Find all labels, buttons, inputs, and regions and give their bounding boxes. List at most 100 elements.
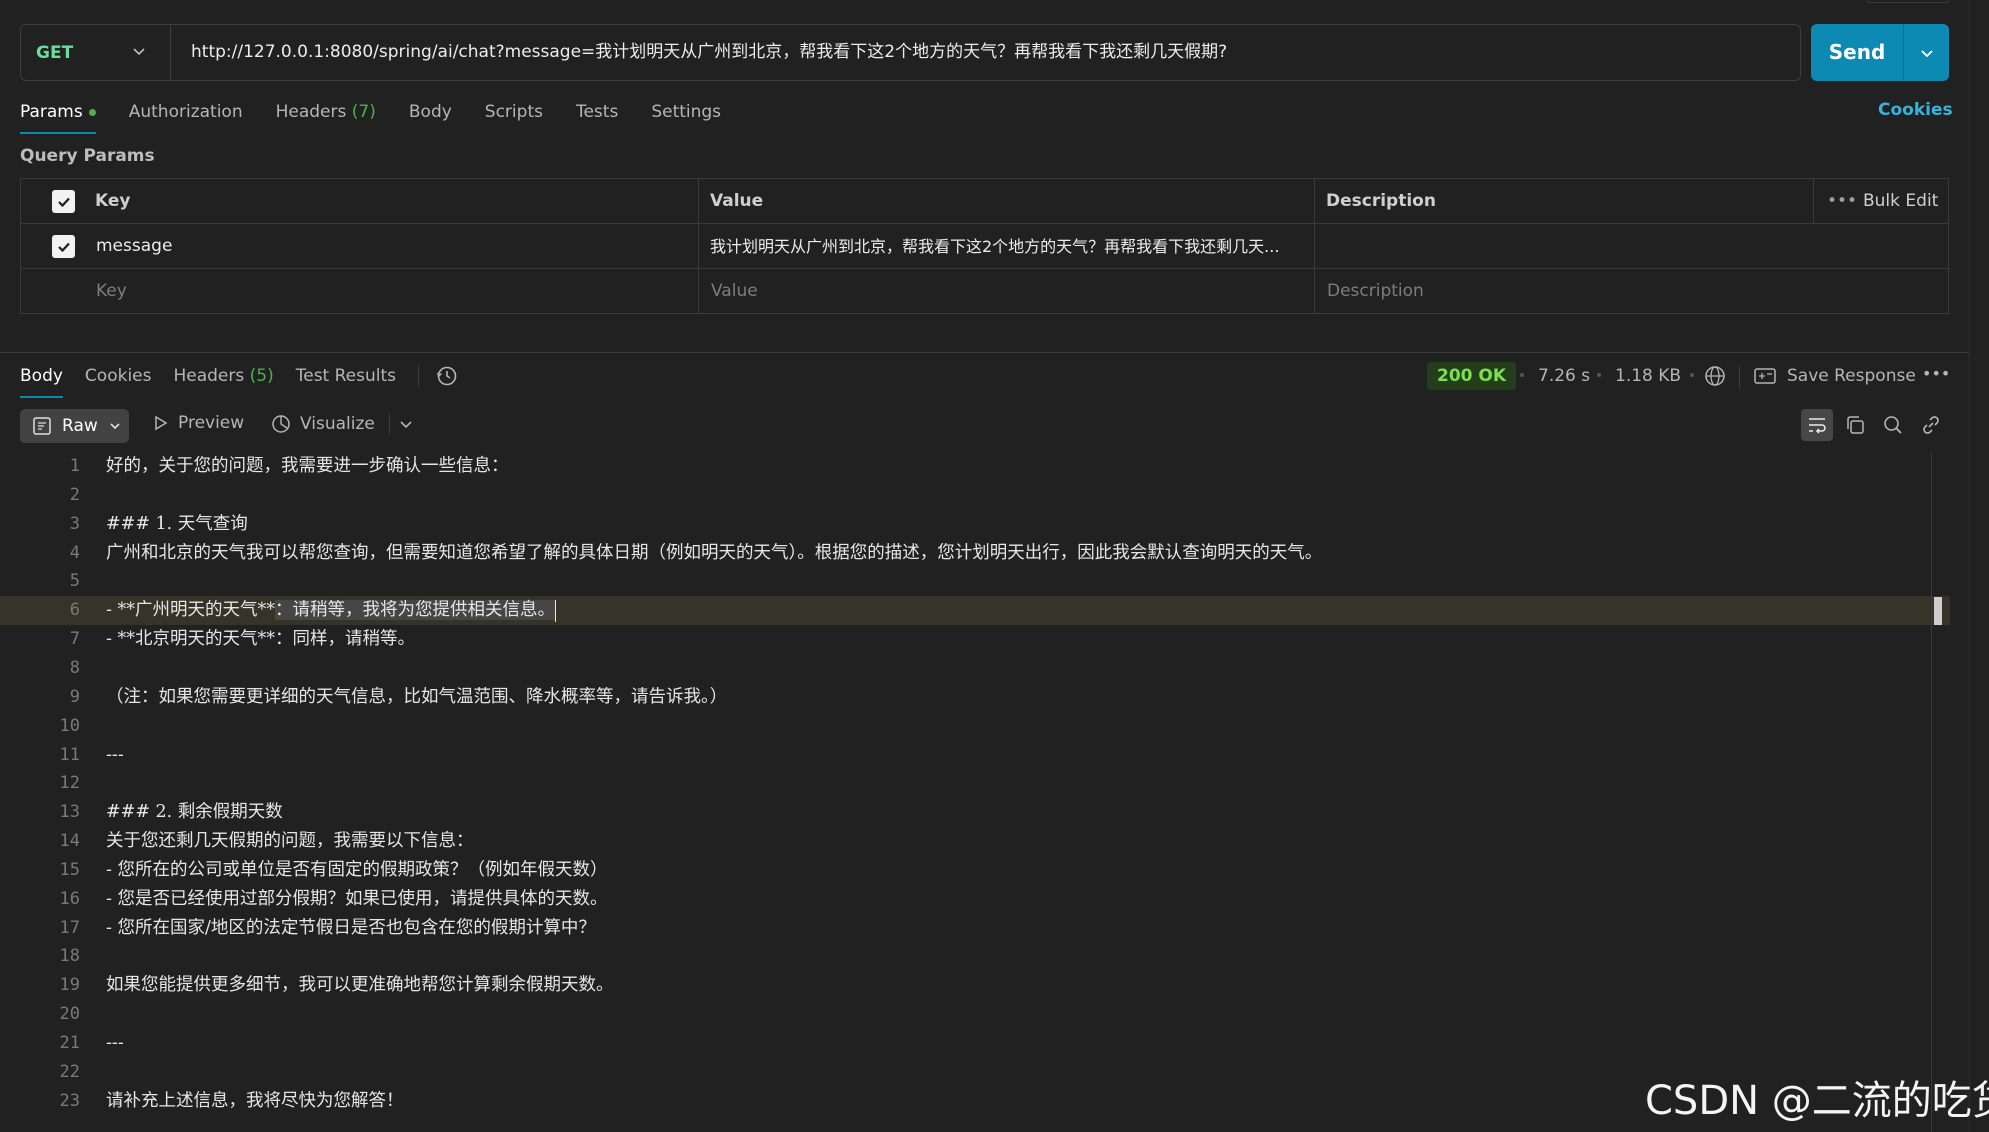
line-number: 11 [59, 744, 80, 765]
save-response-label: Save Response [1787, 366, 1916, 386]
globe-icon[interactable] [1703, 364, 1727, 388]
save-response-button[interactable]: Save Response [1753, 366, 1916, 386]
line-number: 2 [69, 484, 80, 505]
editor-scrollbar-track[interactable] [1931, 452, 1932, 1132]
code-text: 请补充上述信息，我将尽快为您解答！ [106, 1090, 404, 1111]
tab-label: Body [408, 102, 452, 122]
param-description-input[interactable] [1326, 224, 1946, 269]
line-number: 7 [69, 629, 80, 650]
visualize-button[interactable]: Visualize [270, 413, 414, 435]
line-number: 13 [59, 802, 80, 823]
separator-dot [1597, 373, 1601, 377]
more-options-icon[interactable]: ••• [1827, 179, 1857, 224]
table-row: message 我计划明天从广州到北京，帮我看下这2个地方的天气？再帮我看下我还… [21, 224, 1948, 269]
history-icon[interactable] [435, 364, 459, 388]
line-number: 22 [59, 1061, 80, 1082]
preview-label: Preview [178, 413, 245, 433]
chevron-down-icon [1920, 49, 1933, 57]
code-line: 18 [0, 942, 1950, 971]
method-select[interactable]: GET [21, 25, 171, 80]
response-headers-count: (5) [249, 366, 274, 386]
query-params-title: Query Params [20, 146, 155, 166]
code-line: 13 ### 2. 剩余假期天数 [0, 798, 1950, 827]
code-text: - 您所在国家/地区的法定节假日是否也包含在您的假期计算中？ [106, 917, 596, 938]
new-value-input[interactable]: Value [711, 269, 758, 314]
param-key-input[interactable]: message [96, 224, 172, 269]
line-number: 4 [69, 542, 80, 563]
status-badge[interactable]: 200 OK [1427, 362, 1517, 390]
panel-divider[interactable] [0, 352, 1970, 353]
separator-dot [1520, 373, 1524, 377]
copy-icon [1847, 416, 1864, 434]
response-tab-headers[interactable]: Headers (5) [173, 362, 273, 398]
description-header: Description [1326, 191, 1436, 211]
send-button-group: Send [1811, 24, 1949, 81]
response-body-editor[interactable]: 1 好的，关于您的问题，我需要进一步确认一些信息： 2 3 ### 1. 天气查询 4 广州… [0, 452, 1950, 1132]
watermark: CSDN @二流的吃货 [1645, 1078, 1989, 1124]
line-number: 21 [59, 1033, 80, 1053]
select-all-checkbox[interactable] [52, 190, 75, 213]
line-number: 19 [59, 975, 80, 996]
search-icon [1884, 416, 1902, 434]
search-button[interactable] [1877, 409, 1909, 441]
line-number: 1 [69, 456, 80, 476]
response-time[interactable]: 7.26 s [1538, 366, 1590, 386]
preview-button[interactable]: Preview [152, 413, 244, 433]
code-line: 9 （注：如果您需要更详细的天气信息，比如气温范围、降水概率等，请告诉我。） [0, 683, 1950, 712]
line-number: 16 [59, 888, 80, 909]
response-tab-test-results[interactable]: Test Results [296, 362, 396, 398]
code-line: 2 [0, 481, 1950, 510]
raw-view-select[interactable]: Raw [20, 409, 129, 443]
line-number: 20 [59, 1004, 80, 1025]
code-text: 好的，关于您的问题，我需要进一步确认一些信息： [106, 456, 509, 476]
method-label: GET [36, 42, 74, 63]
wrap-icon [1809, 418, 1826, 434]
tab-label: Settings [651, 102, 722, 122]
code-line: 14 关于您还剩几天假期的问题，我需要以下信息： [0, 827, 1950, 856]
document-icon [33, 417, 51, 435]
tab-body[interactable]: Body [409, 98, 452, 134]
value-header: Value [710, 191, 764, 211]
response-tabs: Body Cookies Headers (5) Test Results [20, 362, 459, 398]
new-description-input[interactable]: Description [1327, 269, 1424, 314]
bulk-edit-button[interactable]: Bulk Edit [1863, 179, 1938, 224]
new-key-input[interactable]: Key [96, 269, 127, 314]
copy-button[interactable] [1839, 409, 1871, 441]
tool-separator [388, 414, 390, 434]
line-number: 6 [69, 600, 80, 621]
code-line: 16 - 您是否已经使用过部分假期？如果已使用，请提供具体的天数。 [0, 885, 1950, 914]
code-text: ### 2. 剩余假期天数 [106, 802, 283, 823]
tab-settings[interactable]: Settings [651, 98, 721, 134]
tab-scripts[interactable]: Scripts [485, 98, 543, 134]
tab-authorization[interactable]: Authorization [129, 98, 243, 134]
params-active-dot [88, 108, 96, 116]
editor-scrollbar-thumb[interactable] [1934, 597, 1942, 625]
link-icon [1923, 416, 1939, 434]
more-options-icon[interactable]: ••• [1922, 364, 1950, 383]
row-checkbox[interactable] [52, 235, 75, 258]
response-size[interactable]: 1.18 KB [1615, 366, 1681, 386]
wrap-lines-button[interactable] [1801, 409, 1833, 441]
send-options-button[interactable] [1903, 24, 1949, 81]
play-icon [155, 415, 168, 431]
tab-label: Body [20, 366, 63, 386]
code-line: 1 好的，关于您的问题，我需要进一步确认一些信息： [0, 452, 1950, 481]
url-input[interactable]: http://127.0.0.1:8080/spring/ai/chat?mes… [191, 25, 1227, 80]
meta-separator [1739, 366, 1740, 388]
param-value-input[interactable]: 我计划明天从广州到北京，帮我看下这2个地方的天气？再帮我看下我还剩几天... [710, 224, 1310, 269]
response-tab-body[interactable]: Body [20, 362, 63, 398]
send-button[interactable]: Send [1811, 24, 1903, 81]
tab-params[interactable]: Params [20, 98, 96, 134]
cookies-link[interactable]: Cookies [1878, 100, 1953, 120]
tab-headers[interactable]: Headers (7) [276, 98, 376, 134]
response-tab-cookies[interactable]: Cookies [85, 362, 152, 398]
tab-tests[interactable]: Tests [576, 98, 618, 134]
chevron-down-icon [133, 48, 145, 56]
line-number: 14 [59, 831, 80, 852]
chevron-down-icon[interactable] [398, 416, 414, 432]
tab-separator [418, 365, 420, 387]
check-icon [57, 197, 70, 207]
check-icon [57, 242, 70, 252]
line-number: 9 [69, 686, 80, 707]
link-button[interactable] [1915, 409, 1947, 441]
